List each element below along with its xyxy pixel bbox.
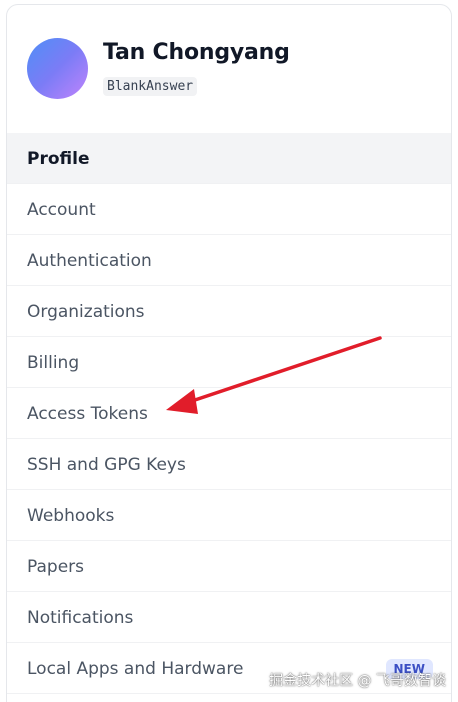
nav-item-profile[interactable]: Profile — [7, 133, 451, 184]
nav-item-webhooks[interactable]: Webhooks — [7, 490, 451, 541]
nav-item-notifications[interactable]: Notifications — [7, 592, 451, 643]
settings-sidebar: Tan Chongyang BlankAnswer Profile Accoun… — [6, 4, 452, 702]
nav-item-label: Authentication — [27, 251, 152, 271]
nav-item-papers[interactable]: Papers — [7, 541, 451, 592]
nav-item-organizations[interactable]: Organizations — [7, 286, 451, 337]
nav-item-label: SSH and GPG Keys — [27, 455, 186, 475]
user-header: Tan Chongyang BlankAnswer — [7, 5, 451, 133]
settings-page: Tan Chongyang BlankAnswer Profile Accoun… — [0, 0, 458, 702]
watermark: 掘金技术社区 @ 飞哥数智谈 — [269, 673, 446, 689]
nav-item-label: Profile — [27, 149, 90, 169]
settings-nav: Profile Account Authentication Organizat… — [7, 133, 451, 694]
nav-item-label: Billing — [27, 353, 80, 373]
avatar[interactable] — [27, 38, 88, 99]
nav-item-label: Papers — [27, 557, 85, 577]
nav-item-label: Webhooks — [27, 506, 115, 526]
nav-item-billing[interactable]: Billing — [7, 337, 451, 388]
nav-item-label: Account — [27, 200, 96, 220]
user-handle: BlankAnswer — [103, 77, 198, 96]
nav-item-ssh-gpg-keys[interactable]: SSH and GPG Keys — [7, 439, 451, 490]
nav-item-label: Access Tokens — [27, 404, 148, 424]
nav-item-account[interactable]: Account — [7, 184, 451, 235]
user-name: Tan Chongyang — [103, 40, 290, 65]
nav-item-label: Organizations — [27, 302, 145, 322]
nav-item-authentication[interactable]: Authentication — [7, 235, 451, 286]
nav-item-label: Notifications — [27, 608, 134, 628]
nav-item-label: Local Apps and Hardware — [27, 659, 244, 679]
nav-item-access-tokens[interactable]: Access Tokens — [7, 388, 451, 439]
